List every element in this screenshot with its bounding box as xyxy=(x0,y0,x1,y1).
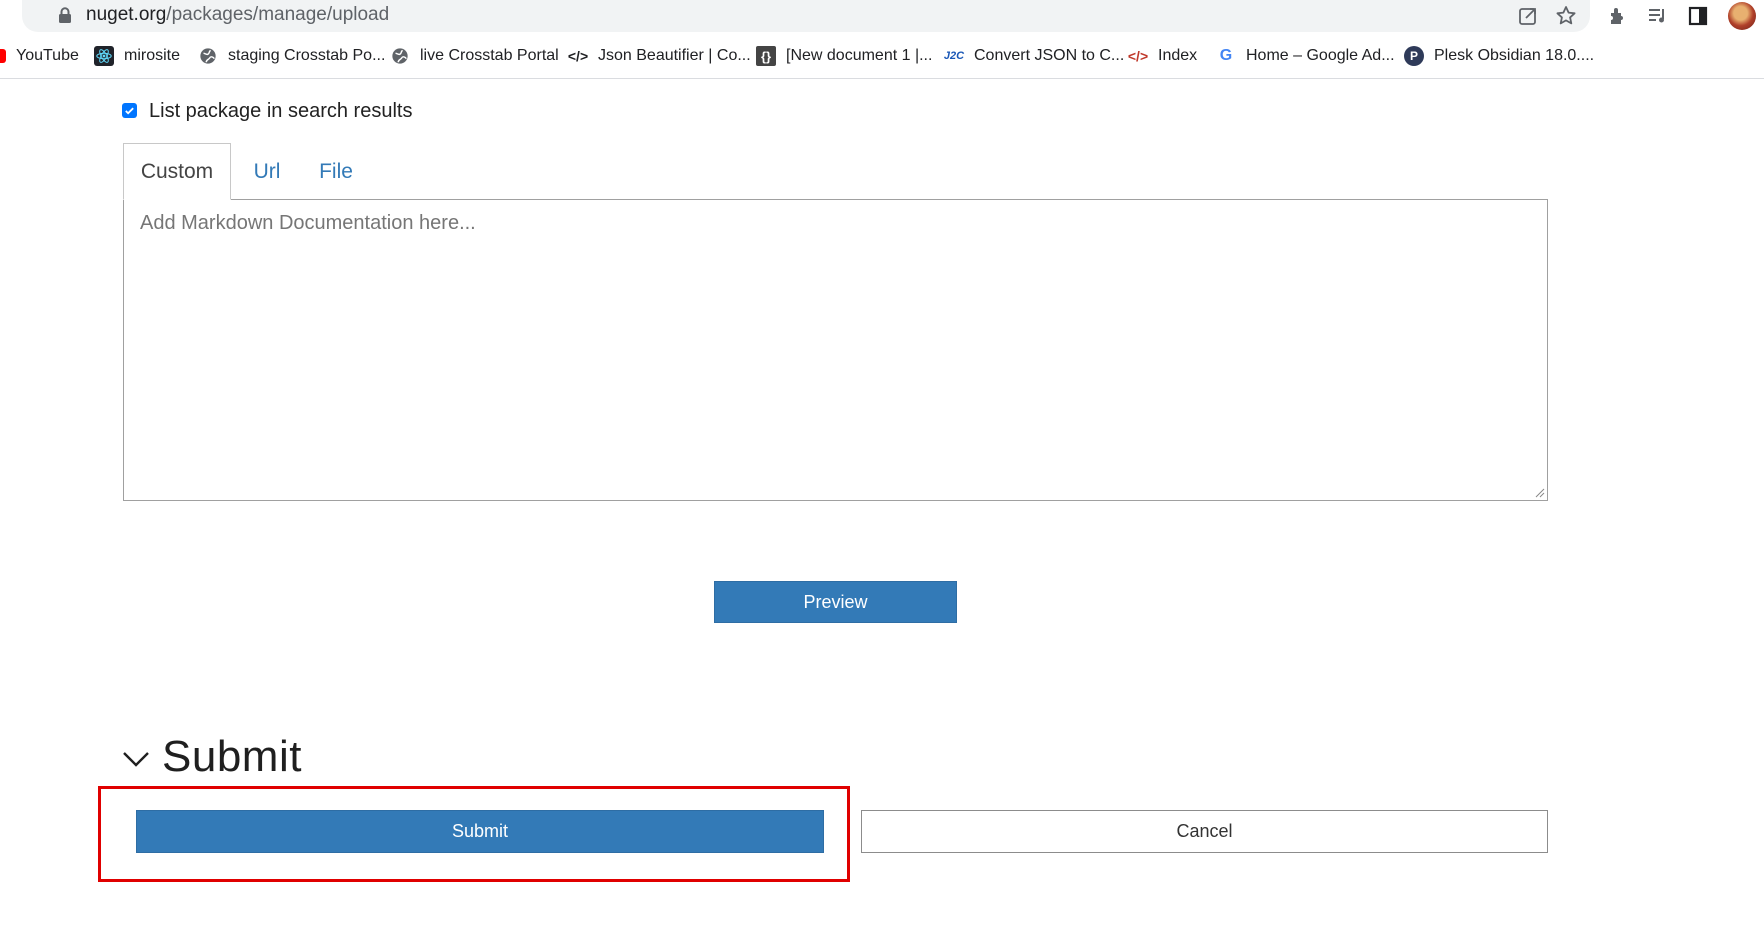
browser-top-bar: nuget.org/packages/manage/upload xyxy=(0,0,1764,34)
code-icon: </> xyxy=(567,48,589,64)
code-icon: </> xyxy=(1127,48,1149,64)
tab-file[interactable]: File xyxy=(305,143,367,199)
list-in-search-row: List package in search results xyxy=(122,98,412,123)
plesk-icon: P xyxy=(1404,46,1424,66)
bookmark-label: mirosite xyxy=(124,47,181,64)
markdown-editor[interactable]: Add Markdown Documentation here... xyxy=(123,199,1548,501)
bookmark-new-document[interactable]: {} [New document 1 |... xyxy=(756,44,932,68)
list-in-search-checkbox[interactable] xyxy=(122,103,137,118)
profile-avatar[interactable] xyxy=(1728,2,1756,30)
bookmark-live-crosstab[interactable]: live Crosstab Portal xyxy=(390,44,559,68)
bookmark-label: Json Beautifier | Co... xyxy=(598,47,751,64)
address-bar[interactable]: nuget.org/packages/manage/upload xyxy=(22,0,1590,32)
youtube-icon xyxy=(0,46,6,66)
chevron-down-icon[interactable] xyxy=(122,749,150,769)
side-panel-icon[interactable] xyxy=(1686,4,1710,28)
bookmark-label: YouTube xyxy=(16,47,79,64)
j2c-icon: J2C xyxy=(943,50,965,62)
bookmark-index[interactable]: </> Index xyxy=(1128,44,1197,68)
resize-handle-icon[interactable] xyxy=(1533,486,1545,498)
bookmark-label: Convert JSON to C... xyxy=(974,47,1125,64)
react-icon xyxy=(94,46,114,66)
markdown-placeholder: Add Markdown Documentation here... xyxy=(140,212,476,234)
tab-url[interactable]: Url xyxy=(239,143,295,199)
google-icon: G xyxy=(1219,47,1233,64)
bookmark-plesk[interactable]: P Plesk Obsidian 18.0.... xyxy=(1404,44,1594,68)
share-icon[interactable] xyxy=(1516,4,1540,28)
list-in-search-label: List package in search results xyxy=(149,100,413,122)
submit-section-header[interactable]: Submit xyxy=(122,732,302,782)
bookmark-youtube[interactable]: YouTube xyxy=(0,44,79,68)
bookmark-mirosite[interactable]: mirosite xyxy=(94,44,180,68)
url-host: nuget.org xyxy=(86,4,167,25)
bookmark-label: staging Crosstab Po... xyxy=(228,47,386,64)
media-control-icon[interactable] xyxy=(1646,4,1670,28)
bookmark-label: live Crosstab Portal xyxy=(420,47,559,64)
submit-button[interactable]: Submit xyxy=(136,810,824,853)
bookmarks-bar: YouTube mirosite staging Crosstab Po... … xyxy=(0,34,1764,79)
url-text[interactable]: nuget.org/packages/manage/upload xyxy=(86,4,389,26)
bookmark-label: [New document 1 |... xyxy=(786,47,933,64)
star-icon[interactable] xyxy=(1554,4,1578,28)
bookmark-convert-json[interactable]: J2C Convert JSON to C... xyxy=(944,44,1124,68)
bookmark-label: Index xyxy=(1158,47,1198,64)
bookmark-staging-crosstab[interactable]: staging Crosstab Po... xyxy=(198,44,385,68)
bookmark-google-ads[interactable]: G Home – Google Ad... xyxy=(1216,44,1395,68)
bookmark-label: Home – Google Ad... xyxy=(1246,47,1395,64)
lock-icon xyxy=(59,7,71,23)
tab-custom[interactable]: Custom xyxy=(123,143,231,200)
url-path: /packages/manage/upload xyxy=(166,4,390,25)
check-icon xyxy=(125,107,134,115)
globe-icon xyxy=(198,46,218,66)
cancel-button[interactable]: Cancel xyxy=(861,810,1548,853)
preview-button[interactable]: Preview xyxy=(714,581,957,623)
globe-icon xyxy=(390,46,410,66)
bookmark-label: Plesk Obsidian 18.0.... xyxy=(1434,47,1595,64)
extensions-icon[interactable] xyxy=(1606,4,1630,28)
bookmark-json-beautifier[interactable]: </> Json Beautifier | Co... xyxy=(568,44,751,68)
section-title: Submit xyxy=(162,732,302,781)
braces-icon: {} xyxy=(756,46,776,66)
